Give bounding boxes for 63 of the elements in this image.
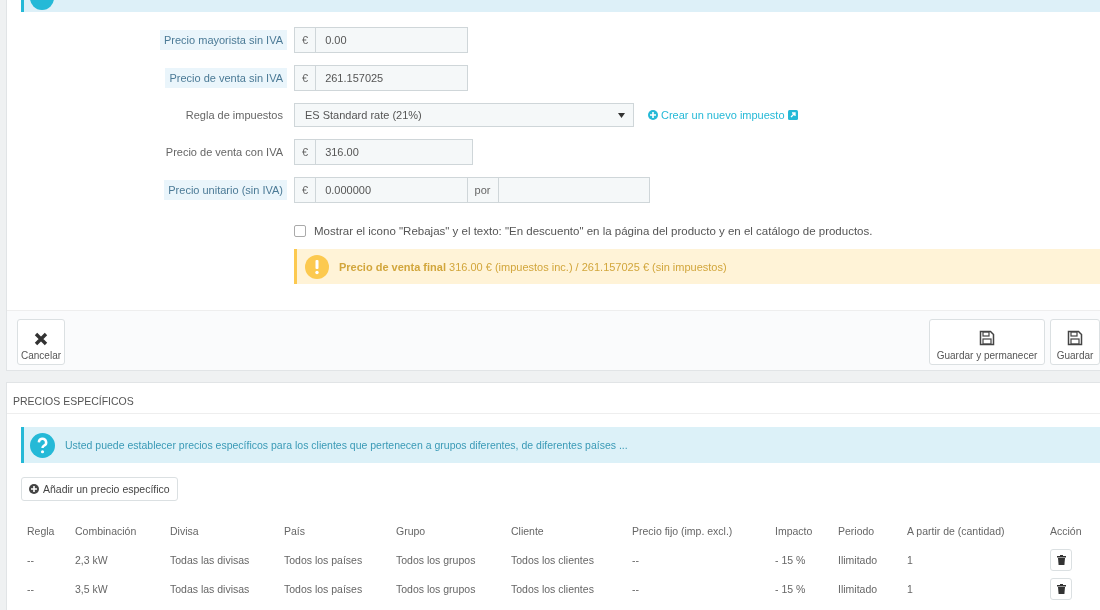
table-cell-text: 1 bbox=[907, 552, 914, 568]
column-header: Regla bbox=[27, 524, 56, 539]
column-header: Acción bbox=[1050, 524, 1083, 539]
table-cell-text: Todas las divisas bbox=[170, 581, 251, 597]
unit-price-field[interactable]: € 0.000000 por bbox=[294, 177, 650, 203]
table-cell-text: Todos los países bbox=[284, 581, 364, 597]
delete-button[interactable] bbox=[1050, 577, 1072, 600]
column-header: Cliente bbox=[511, 524, 545, 539]
table-cell-text: -- bbox=[632, 552, 640, 568]
table-cell-text: -- bbox=[27, 581, 35, 597]
table-cell-text: Todos los grupos bbox=[396, 552, 477, 568]
panel-title: PRECIOS ESPECÍFICOS bbox=[7, 395, 1100, 414]
close-icon bbox=[34, 332, 48, 346]
save-icon bbox=[979, 330, 995, 346]
exclamation-icon bbox=[305, 254, 329, 279]
table-cell-text: Todos los países bbox=[284, 552, 364, 568]
column-header: País bbox=[284, 524, 306, 539]
save-and-stay-button[interactable]: Guardar y permanecer bbox=[929, 319, 1045, 365]
table-cell-text: Todos los grupos bbox=[396, 581, 477, 597]
price-field[interactable]: € 316.00 bbox=[294, 139, 473, 165]
column-header: Periodo bbox=[838, 524, 876, 539]
add-specific-price-button[interactable]: Añadir un precio específico bbox=[21, 477, 178, 501]
column-header: Precio fijo (imp. excl.) bbox=[632, 524, 734, 539]
table-cell-text: 3,5 kW bbox=[75, 581, 109, 597]
question-icon bbox=[30, 432, 55, 458]
trash-icon bbox=[1056, 554, 1066, 565]
column-header: Impacto bbox=[775, 524, 814, 539]
save-icon bbox=[1067, 330, 1083, 346]
checkbox-label: Mostrar el icono "Rebajas" y el texto: "En descuento" en la página del producto y en el catálogo de productos. bbox=[314, 225, 873, 237]
save-button[interactable]: Guardar bbox=[1050, 319, 1100, 365]
table-cell-text: Ilimitado bbox=[838, 581, 879, 597]
delete-button[interactable] bbox=[1050, 548, 1072, 571]
tax-rule-select[interactable]: ES Standard rate (21%) bbox=[294, 103, 634, 127]
table-cell-text: 1 bbox=[907, 581, 914, 597]
external-link-icon bbox=[787, 110, 798, 120]
table-cell-text: -- bbox=[632, 581, 640, 597]
column-header: A partir de (cantidad) bbox=[907, 524, 1006, 539]
caret-icon bbox=[618, 112, 625, 118]
table-cell-text: Todos los clientes bbox=[511, 552, 595, 568]
trash-icon bbox=[1056, 583, 1066, 594]
table-cell-text: Ilimitado bbox=[838, 552, 879, 568]
table-cell-text: - 15 % bbox=[775, 581, 807, 597]
info-text: Usted puede establecer precios específicos para los clientes que pertenecen a grupos diferentes, de diferentes países ... bbox=[65, 439, 628, 451]
checkbox[interactable] bbox=[294, 225, 306, 237]
table-cell-text: -- bbox=[27, 552, 35, 568]
table-cell-text: - 15 % bbox=[775, 552, 807, 568]
column-header: Combinación bbox=[75, 524, 138, 539]
price-field[interactable]: € 261.157025 bbox=[294, 65, 468, 91]
column-header: Divisa bbox=[170, 524, 200, 539]
column-header: Grupo bbox=[396, 524, 427, 539]
field-label: Regla de impuestos bbox=[184, 108, 284, 123]
field-label: Precio mayorista sin IVA bbox=[160, 30, 287, 50]
field-label: Precio unitario (sin IVA) bbox=[164, 180, 287, 200]
final-price-text: Precio de venta final 316.00 € (impuestos inc.) / 261.157025 € (sin impuestos) bbox=[339, 260, 727, 273]
cancel-button[interactable]: Cancelar bbox=[17, 319, 66, 365]
price-field[interactable]: € 0.00 bbox=[294, 27, 468, 53]
table-cell-text: 2,3 kW bbox=[75, 552, 109, 568]
table-cell-text: Todos los clientes bbox=[511, 581, 595, 597]
field-label: Precio de venta con IVA bbox=[164, 145, 284, 160]
plus-circle-icon bbox=[648, 110, 658, 120]
plus-circle-icon bbox=[29, 484, 39, 494]
table-cell-text: Todas las divisas bbox=[170, 552, 251, 568]
field-label: Precio de venta sin IVA bbox=[165, 68, 287, 88]
